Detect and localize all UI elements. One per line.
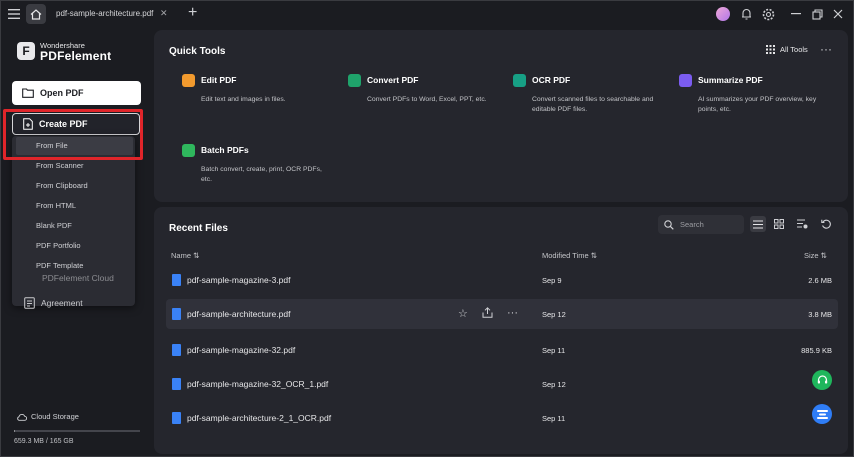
list-view-icon[interactable] xyxy=(750,216,766,232)
highlight-annotation xyxy=(3,109,143,160)
support-chat-icon[interactable] xyxy=(812,370,832,390)
file-modified: Sep 12 xyxy=(542,310,566,319)
table-row[interactable]: pdf-sample-magazine-32_OCR_1.pdf Sep 12 … xyxy=(166,369,838,399)
ocr-pdf-icon xyxy=(513,74,526,87)
star-icon[interactable]: ☆ xyxy=(458,307,468,320)
menu-item-blank-pdf[interactable]: Blank PDF xyxy=(12,217,135,235)
search-icon xyxy=(664,219,674,230)
manage-list-icon[interactable] xyxy=(794,216,810,232)
tool-ocr-pdf-name: OCR PDF xyxy=(532,75,571,85)
file-size: 885.9 KB xyxy=(801,346,832,355)
all-tools-label: All Tools xyxy=(780,45,808,54)
ai-assistant-icon[interactable] xyxy=(812,404,832,424)
pdf-file-icon xyxy=(172,274,181,286)
storage-usage-bar xyxy=(14,430,140,432)
cloud-icon xyxy=(17,413,27,421)
minimize-icon[interactable] xyxy=(788,4,804,24)
menu-icon[interactable] xyxy=(6,4,22,24)
open-pdf-button[interactable]: Open PDF xyxy=(12,81,141,105)
column-size[interactable]: Size ⇅ xyxy=(804,251,827,260)
pdf-file-icon xyxy=(172,378,181,390)
tool-summarize-pdf[interactable]: Summarize PDF AI summarizes your PDF ove… xyxy=(679,74,829,114)
all-tools-button[interactable]: All Tools xyxy=(766,45,808,54)
tool-ocr-pdf-desc: Convert scanned files to searchable and … xyxy=(532,96,654,113)
cloud-storage-label: Cloud Storage xyxy=(31,412,79,421)
title-bar: pdf-sample-architecture.pdf ✕ + xyxy=(0,0,854,28)
cloud-storage[interactable]: Cloud Storage xyxy=(16,412,79,421)
file-modified: Sep 12 xyxy=(542,380,566,389)
more-options-icon[interactable]: ··· xyxy=(820,42,832,56)
folder-icon xyxy=(22,88,34,98)
tool-edit-pdf[interactable]: Edit PDF Edit text and images in files. xyxy=(182,74,332,114)
tool-summarize-pdf-name: Summarize PDF xyxy=(698,75,763,85)
grid-view-icon[interactable] xyxy=(771,216,787,232)
quick-tools-panel: Quick Tools All Tools ··· Edit PDF Edit … xyxy=(154,30,848,202)
recent-files-panel: Recent Files Search Name ⇅ Modified Time… xyxy=(154,207,848,454)
tool-convert-pdf-desc: Convert PDFs to Word, Excel, PPT, etc. xyxy=(367,96,487,103)
tool-edit-pdf-desc: Edit text and images in files. xyxy=(201,96,286,103)
summarize-pdf-icon xyxy=(679,74,692,87)
tool-batch-pdfs[interactable]: Batch PDFs Batch convert, create, print,… xyxy=(182,144,332,184)
file-name: pdf-sample-magazine-3.pdf xyxy=(187,275,291,285)
pdfelement-logo-icon: F xyxy=(17,42,35,60)
sidebar-item-cloud[interactable]: PDFelement Cloud xyxy=(24,273,114,283)
document-tab-title[interactable]: pdf-sample-architecture.pdf xyxy=(56,9,153,18)
pdf-file-icon xyxy=(172,308,181,320)
add-tab-button[interactable]: + xyxy=(188,4,197,22)
menu-item-from-html[interactable]: From HTML xyxy=(12,197,135,215)
sidebar-item-agreement[interactable]: Agreement xyxy=(24,297,83,309)
sidebar: F Wondershare PDFelement Open PDF Create… xyxy=(0,28,152,457)
gear-icon[interactable] xyxy=(760,4,776,24)
grid-icon xyxy=(766,45,775,54)
user-avatar[interactable] xyxy=(716,7,730,21)
tool-batch-pdfs-name: Batch PDFs xyxy=(201,145,249,155)
menu-item-pdf-portfolio[interactable]: PDF Portfolio xyxy=(12,237,135,255)
file-name: pdf-sample-magazine-32_OCR_1.pdf xyxy=(187,379,329,389)
tool-convert-pdf-name: Convert PDF xyxy=(367,75,419,85)
file-name: pdf-sample-architecture-2_1_OCR.pdf xyxy=(187,413,332,423)
open-pdf-label: Open PDF xyxy=(40,88,84,98)
file-modified: Sep 9 xyxy=(542,276,562,285)
refresh-icon[interactable] xyxy=(818,216,834,232)
share-icon[interactable] xyxy=(482,307,493,321)
more-icon[interactable]: ··· xyxy=(507,307,518,319)
pdf-file-icon xyxy=(172,412,181,424)
close-tab-icon[interactable]: ✕ xyxy=(160,8,168,19)
table-row[interactable]: pdf-sample-magazine-3.pdf Sep 9 2.6 MB xyxy=(166,265,838,295)
convert-pdf-icon xyxy=(348,74,361,87)
sidebar-item-agreement-label: Agreement xyxy=(41,298,83,308)
table-row[interactable]: pdf-sample-magazine-32.pdf Sep 11 885.9 … xyxy=(166,335,838,365)
home-icon[interactable] xyxy=(26,4,46,24)
batch-pdfs-icon xyxy=(182,144,195,157)
brand-product: PDFelement xyxy=(40,49,112,63)
tool-batch-pdfs-desc: Batch convert, create, print, OCR PDFs, … xyxy=(201,166,322,183)
table-row[interactable]: pdf-sample-architecture-2_1_OCR.pdf Sep … xyxy=(166,403,838,433)
column-name[interactable]: Name ⇅ xyxy=(171,251,199,260)
search-placeholder: Search xyxy=(680,220,704,229)
file-name: pdf-sample-architecture.pdf xyxy=(187,309,291,319)
column-modified[interactable]: Modified Time ⇅ xyxy=(542,251,597,260)
tool-convert-pdf[interactable]: Convert PDF Convert PDFs to Word, Excel,… xyxy=(348,74,498,114)
menu-item-from-clipboard[interactable]: From Clipboard xyxy=(12,177,135,195)
edit-pdf-icon xyxy=(182,74,195,87)
storage-usage-text: 659.3 MB / 165 GB xyxy=(14,438,74,445)
tool-ocr-pdf[interactable]: OCR PDF Convert scanned files to searcha… xyxy=(513,74,663,114)
pdf-file-icon xyxy=(172,344,181,356)
sidebar-item-cloud-label: PDFelement Cloud xyxy=(42,273,114,283)
tool-edit-pdf-name: Edit PDF xyxy=(201,75,237,85)
close-icon[interactable] xyxy=(830,4,846,24)
bell-icon[interactable] xyxy=(738,4,754,24)
search-input[interactable]: Search xyxy=(658,215,744,234)
table-row[interactable]: pdf-sample-architecture.pdf ☆ ··· Sep 12… xyxy=(166,299,838,329)
agreement-icon xyxy=(24,297,35,309)
quick-tools-title: Quick Tools xyxy=(169,46,226,57)
recent-files-title: Recent Files xyxy=(169,223,228,234)
file-modified: Sep 11 xyxy=(542,346,566,355)
restore-icon[interactable] xyxy=(809,4,825,24)
file-size: 2.6 MB xyxy=(808,276,832,285)
file-name: pdf-sample-magazine-32.pdf xyxy=(187,345,296,355)
file-modified: Sep 11 xyxy=(542,414,566,423)
file-size: 3.8 MB xyxy=(808,310,832,319)
tool-summarize-pdf-desc: AI summarizes your PDF overview, key poi… xyxy=(698,96,817,113)
